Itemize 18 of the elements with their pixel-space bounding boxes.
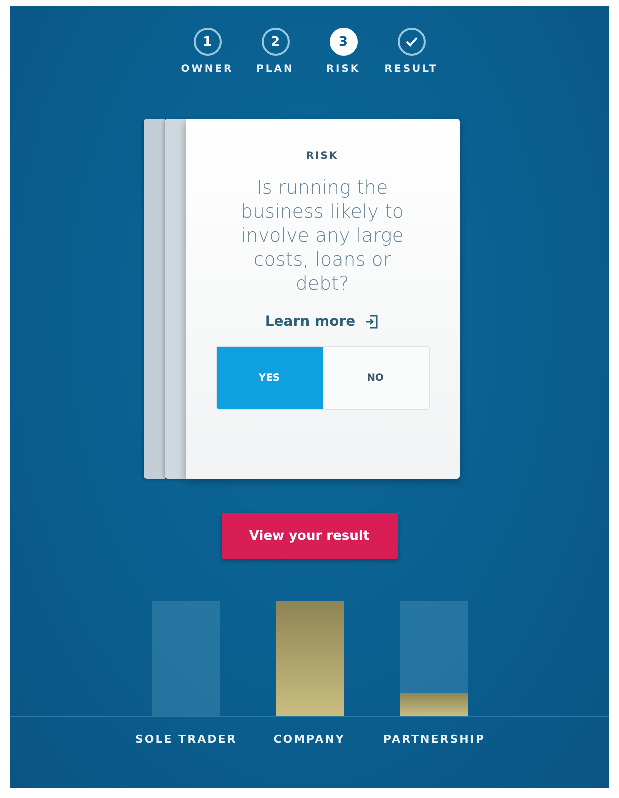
card-eyebrow: RISK [306,151,339,162]
answer-option[interactable]: NO [322,347,428,409]
view-result-button[interactable]: View your result [222,513,398,559]
step-circle[interactable]: 3 [330,28,358,56]
step-label: PLAN [256,64,294,75]
bar-label: SOLE TRADER [136,733,236,746]
bar-label: PARTNERSHIP [384,733,484,746]
check-icon [406,37,418,47]
step-circle[interactable]: 2 [262,28,290,56]
enter-icon [364,314,380,330]
step-circle[interactable] [398,28,426,56]
step-label: RESULT [384,64,438,75]
step-label: OWNER [181,64,234,75]
question-text: Is running the business likely to involve any large costs, loans or debt? [240,176,406,296]
learn-more-link[interactable]: Learn more [265,314,380,330]
step-label: RISK [326,64,361,75]
bar-label: COMPANY [272,733,346,746]
step-circle[interactable]: 1 [194,28,222,56]
